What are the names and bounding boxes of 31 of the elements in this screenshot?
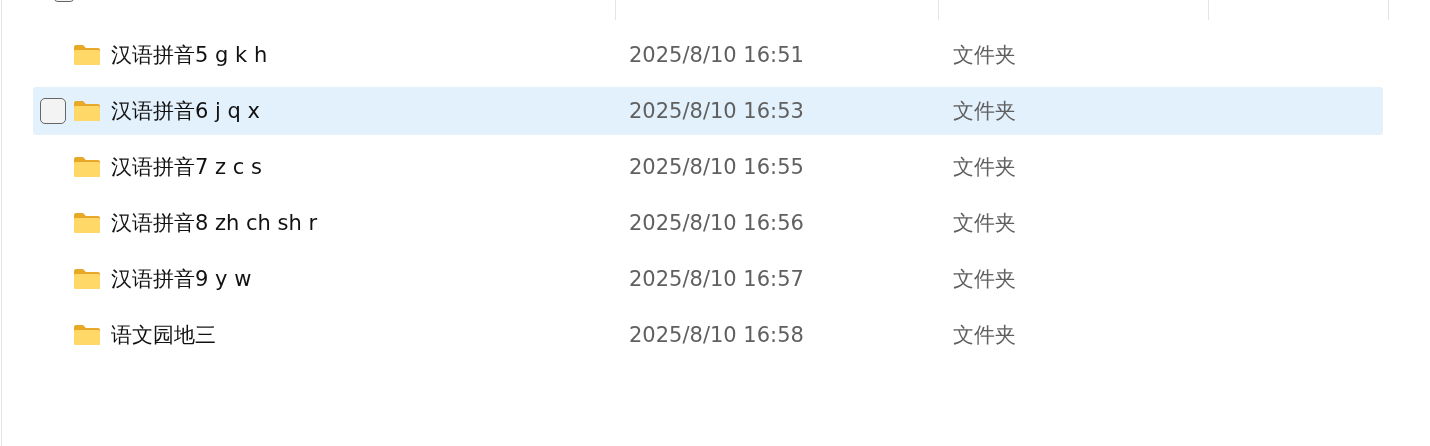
folder-icon — [73, 212, 101, 234]
file-type: 文件夹 — [953, 154, 1016, 181]
modified-date: 2025/8/10 16:56 — [629, 211, 805, 235]
modified-date: 2025/8/10 16:57 — [629, 267, 805, 291]
modified-date: 2025/8/10 16:58 — [629, 323, 805, 347]
file-type: 文件夹 — [953, 210, 1016, 237]
file-row[interactable]: 汉语拼音8 zh ch sh r 2025/8/10 16:56 文件夹 — [33, 199, 1383, 247]
row-checkbox[interactable] — [40, 98, 66, 124]
folder-icon — [73, 156, 101, 178]
file-type: 文件夹 — [953, 42, 1016, 69]
file-name: 汉语拼音6 j q x — [111, 98, 261, 125]
file-row[interactable]: 汉语拼音7 z c s 2025/8/10 16:55 文件夹 — [33, 143, 1383, 191]
file-name: 语文园地三 — [111, 322, 217, 349]
modified-date: 2025/8/10 16:51 — [629, 43, 805, 67]
file-type: 文件夹 — [953, 98, 1016, 125]
modified-date: 2025/8/10 16:55 — [629, 155, 805, 179]
file-row[interactable]: 汉语拼音5 g k h 2025/8/10 16:51 文件夹 — [33, 31, 1383, 79]
file-row[interactable]: 汉语拼音6 j q x 2025/8/10 16:53 文件夹 — [33, 87, 1383, 135]
file-name: 汉语拼音7 z c s — [111, 154, 263, 181]
file-row[interactable]: 语文园地三 2025/8/10 16:58 文件夹 — [33, 311, 1383, 359]
file-type: 文件夹 — [953, 322, 1016, 349]
file-name: 汉语拼音5 g k h — [111, 42, 269, 69]
folder-icon — [73, 324, 101, 346]
folder-icon — [73, 44, 101, 66]
file-name: 汉语拼音8 zh ch sh r — [111, 210, 319, 237]
file-row[interactable]: 汉语拼音9 y w 2025/8/10 16:57 文件夹 — [33, 255, 1383, 303]
file-type: 文件夹 — [953, 266, 1016, 293]
modified-date: 2025/8/10 16:53 — [629, 99, 805, 123]
folder-icon — [73, 100, 101, 122]
folder-icon — [73, 268, 101, 290]
file-name: 汉语拼音9 y w — [111, 266, 253, 293]
